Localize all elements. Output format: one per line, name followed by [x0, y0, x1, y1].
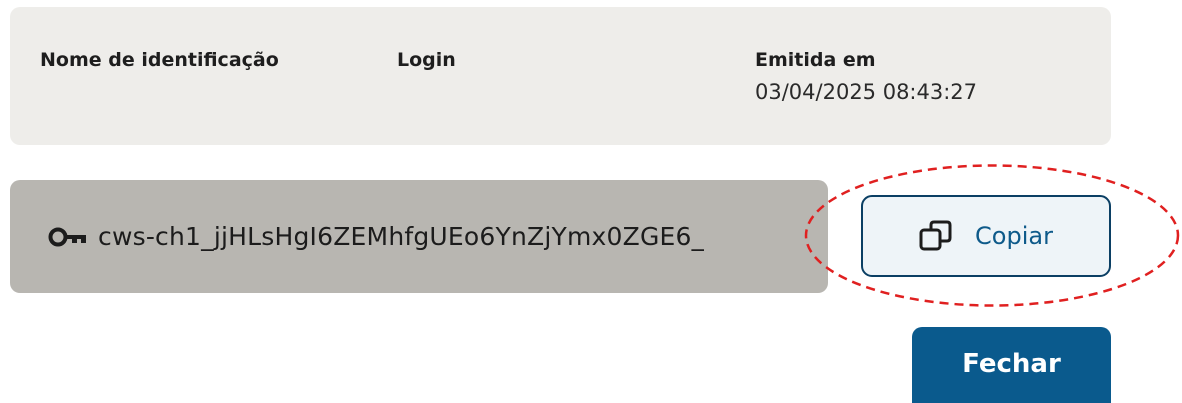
- close-button[interactable]: Fechar: [912, 327, 1111, 403]
- token-value[interactable]: cws-ch1_jjHLsHgI6ZEMhfgUEo6YnZjYmx0ZGE6_: [98, 222, 704, 251]
- copy-button[interactable]: Copiar: [861, 195, 1111, 277]
- name-column: Nome de identificação: [40, 45, 279, 75]
- copy-icon: [919, 220, 952, 251]
- login-label: Login: [397, 49, 456, 71]
- close-label: Fechar: [962, 349, 1061, 379]
- token-info-card: Nome de identificação Login Emitida em 0…: [10, 7, 1111, 145]
- issued-value: 03/04/2025 08:43:27: [755, 80, 978, 104]
- login-column: Login: [397, 45, 456, 75]
- name-label: Nome de identificação: [40, 49, 279, 71]
- token-field[interactable]: cws-ch1_jjHLsHgI6ZEMhfgUEo6YnZjYmx0ZGE6_: [10, 180, 828, 293]
- copy-label: Copiar: [975, 222, 1053, 250]
- issued-column: Emitida em 03/04/2025 08:43:27: [755, 45, 977, 107]
- token-dialog: Nome de identificação Login Emitida em 0…: [0, 0, 1182, 403]
- issued-label: Emitida em: [755, 49, 876, 71]
- key-icon: [48, 227, 86, 246]
